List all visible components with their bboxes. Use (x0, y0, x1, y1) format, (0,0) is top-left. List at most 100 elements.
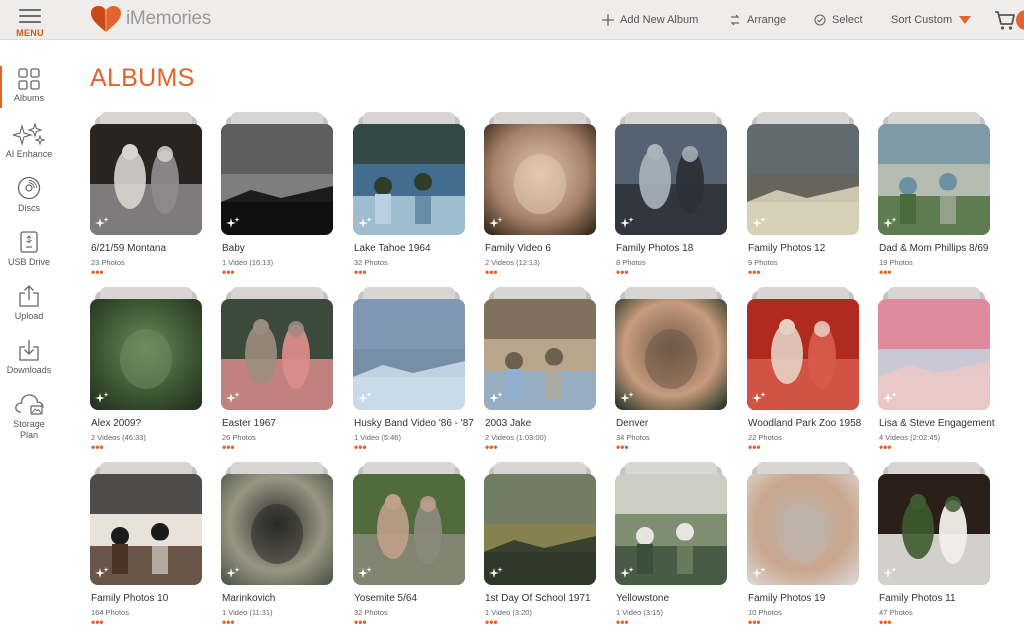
sidebar-item-storage-plan[interactable]: Storage Plan (0, 392, 58, 441)
cart-icon[interactable] (994, 9, 1016, 31)
arrange-button[interactable]: Arrange (729, 12, 786, 28)
album-card[interactable]: 1st Day Of School 1971 1 Video (3:20) ••… (484, 462, 596, 632)
album-title[interactable]: 2003 Jake (485, 418, 605, 429)
album-title[interactable]: Yellowstone (616, 593, 736, 604)
album-title[interactable]: 6/21/59 Montana (91, 243, 211, 254)
album-title[interactable]: Family Photos 12 (748, 243, 868, 254)
album-card[interactable]: Family Photos 10 164 Photos ••• (90, 462, 202, 632)
album-title[interactable]: Family Photos 11 (879, 593, 999, 604)
album-card[interactable]: Baby 1 Video (16:13) ••• (221, 112, 333, 282)
album-more-options-icon[interactable]: ••• (879, 266, 892, 278)
album-title[interactable]: Denver (616, 418, 736, 429)
album-card[interactable]: Marinkovich 1 Video (11:31) ••• (221, 462, 333, 632)
album-thumbnail[interactable] (353, 299, 465, 410)
add-new-album-button[interactable]: Add New Album (602, 12, 698, 28)
album-more-options-icon[interactable]: ••• (222, 441, 235, 453)
album-thumbnail[interactable] (878, 124, 990, 235)
album-title[interactable]: Lake Tahoe 1964 (354, 243, 474, 254)
album-thumbnail[interactable] (90, 474, 202, 585)
album-more-options-icon[interactable]: ••• (354, 616, 367, 628)
album-title[interactable]: Family Photos 19 (748, 593, 868, 604)
sidebar-item-usb-drive[interactable]: USB Drive (0, 230, 58, 268)
album-thumbnail[interactable] (484, 124, 596, 235)
album-card[interactable]: Alex 2009? 2 Videos (46:33) ••• (90, 287, 202, 457)
album-title[interactable]: Lisa & Steve Engagement (879, 418, 999, 429)
album-thumbnail[interactable] (747, 474, 859, 585)
sidebar-item-label: Discs (18, 203, 40, 213)
album-card[interactable]: Family Video 6 2 Videos (12:13) ••• (484, 112, 596, 282)
sidebar-item-albums[interactable]: Albums (0, 68, 58, 104)
album-thumbnail[interactable] (878, 299, 990, 410)
logo[interactable]: iMemories (90, 4, 211, 34)
album-card[interactable]: Husky Band Video '86 - '87 1 Video (5:46… (353, 287, 474, 457)
album-more-options-icon[interactable]: ••• (485, 266, 498, 278)
cart-badge[interactable] (1016, 10, 1024, 30)
album-thumbnail[interactable] (615, 299, 727, 410)
album-more-options-icon[interactable]: ••• (91, 616, 104, 628)
album-card[interactable]: Family Photos 18 8 Photos ••• (615, 112, 727, 282)
album-card[interactable]: 6/21/59 Montana 23 Photos ••• (90, 112, 202, 282)
album-card[interactable]: Denver 34 Photos ••• (615, 287, 727, 457)
sidebar-item-ai-enhance[interactable]: AI Enhance (0, 122, 58, 160)
album-thumbnail[interactable] (484, 299, 596, 410)
album-title[interactable]: Husky Band Video '86 - '87 (354, 418, 474, 429)
album-thumbnail[interactable] (353, 124, 465, 235)
sidebar-item-downloads[interactable]: Downloads (0, 338, 58, 376)
album-title[interactable]: Dad & Mom Phillips 8/69 (879, 243, 999, 254)
album-card[interactable]: Easter 1967 26 Photos ••• (221, 287, 333, 457)
select-button[interactable]: Select (814, 12, 863, 28)
album-more-options-icon[interactable]: ••• (485, 441, 498, 453)
album-card[interactable]: Woodland Park Zoo 1958 22 Photos ••• (747, 287, 861, 457)
menu-button[interactable]: MENU (12, 6, 48, 38)
album-more-options-icon[interactable]: ••• (748, 266, 761, 278)
album-more-options-icon[interactable]: ••• (222, 616, 235, 628)
album-more-options-icon[interactable]: ••• (222, 266, 235, 278)
album-thumbnail[interactable] (90, 299, 202, 410)
album-card[interactable]: Lisa & Steve Engagement 4 Videos (2:02:4… (878, 287, 995, 457)
album-title[interactable]: Alex 2009? (91, 418, 211, 429)
album-thumbnail[interactable] (221, 124, 333, 235)
album-title[interactable]: Woodland Park Zoo 1958 (748, 418, 868, 429)
album-thumbnail[interactable] (615, 474, 727, 585)
album-more-options-icon[interactable]: ••• (91, 441, 104, 453)
album-more-options-icon[interactable]: ••• (354, 266, 367, 278)
album-card[interactable]: Yellowstone 1 Video (3:15) ••• (615, 462, 727, 632)
album-title[interactable]: Family Video 6 (485, 243, 605, 254)
album-more-options-icon[interactable]: ••• (748, 616, 761, 628)
album-more-options-icon[interactable]: ••• (485, 616, 498, 628)
album-more-options-icon[interactable]: ••• (879, 616, 892, 628)
album-thumbnail[interactable] (484, 474, 596, 585)
album-thumbnail[interactable] (221, 299, 333, 410)
album-more-options-icon[interactable]: ••• (616, 616, 629, 628)
album-card[interactable]: Yosemite 5/64 32 Photos ••• (353, 462, 465, 632)
album-card[interactable]: Family Photos 11 47 Photos ••• (878, 462, 990, 632)
album-card[interactable]: Dad & Mom Phillips 8/69 19 Photos ••• (878, 112, 990, 282)
album-more-options-icon[interactable]: ••• (91, 266, 104, 278)
album-thumbnail[interactable] (90, 124, 202, 235)
album-more-options-icon[interactable]: ••• (616, 266, 629, 278)
album-thumbnail[interactable] (878, 474, 990, 585)
album-title[interactable]: Family Photos 10 (91, 593, 211, 604)
album-title[interactable]: 1st Day Of School 1971 (485, 593, 605, 604)
album-card[interactable]: 2003 Jake 2 Videos (1:03:00) ••• (484, 287, 596, 457)
album-thumbnail[interactable] (747, 124, 859, 235)
album-more-options-icon[interactable]: ••• (879, 441, 892, 453)
album-more-options-icon[interactable]: ••• (616, 441, 629, 453)
album-card[interactable]: Family Photos 12 9 Photos ••• (747, 112, 859, 282)
sidebar-item-upload[interactable]: Upload (0, 284, 58, 322)
sort-dropdown[interactable]: Sort Custom (891, 12, 977, 28)
album-thumbnail[interactable] (353, 474, 465, 585)
album-title[interactable]: Yosemite 5/64 (354, 593, 474, 604)
album-card[interactable]: Family Photos 19 10 Photos ••• (747, 462, 859, 632)
album-card[interactable]: Lake Tahoe 1964 32 Photos ••• (353, 112, 465, 282)
album-more-options-icon[interactable]: ••• (354, 441, 367, 453)
sidebar-item-discs[interactable]: Discs (0, 176, 58, 214)
album-title[interactable]: Baby (222, 243, 342, 254)
album-title[interactable]: Family Photos 18 (616, 243, 736, 254)
album-title[interactable]: Easter 1967 (222, 418, 342, 429)
album-title[interactable]: Marinkovich (222, 593, 342, 604)
album-thumbnail[interactable] (221, 474, 333, 585)
album-thumbnail[interactable] (615, 124, 727, 235)
album-more-options-icon[interactable]: ••• (748, 441, 761, 453)
album-thumbnail[interactable] (747, 299, 859, 410)
